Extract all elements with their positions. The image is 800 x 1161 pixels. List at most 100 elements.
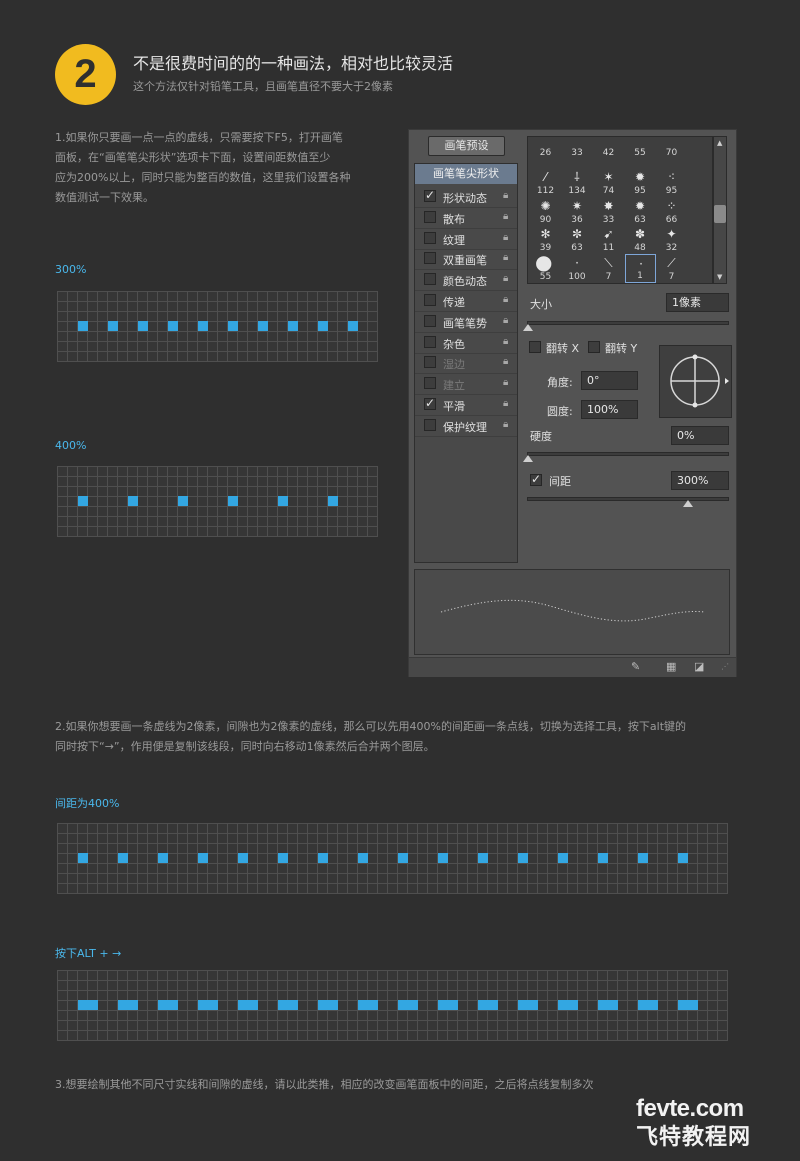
brush-option-checkbox[interactable]: [424, 252, 436, 265]
brush-preset-button[interactable]: 画笔预设: [428, 136, 505, 156]
brush-option-checkbox[interactable]: [424, 294, 436, 306]
new-preset-icon[interactable]: ◪: [694, 660, 704, 673]
brush-tip-cell[interactable]: ⁖ 95: [656, 168, 687, 197]
brush-tool-icon[interactable]: ✎: [631, 660, 640, 673]
brush-tip-cell[interactable]: 26: [530, 139, 561, 168]
grid-400-percent: [57, 466, 378, 537]
spacing-checkbox[interactable]: [530, 472, 542, 486]
brush-option-label: 双重画笔: [443, 254, 487, 268]
brush-tip-cell[interactable]: ⟋ 7: [656, 254, 687, 283]
dash-dot: [598, 853, 608, 863]
flip-x-checkbox[interactable]: [529, 341, 541, 353]
lock-icon[interactable]: 🔒︎: [503, 294, 512, 305]
dash-dot: [278, 496, 288, 506]
brush-option-row[interactable]: 画笔笔势 🔒︎: [415, 312, 517, 333]
brush-option-row[interactable]: 建立 🔒︎: [415, 374, 517, 396]
brush-tip-cell[interactable]: 33: [562, 139, 593, 168]
brush-option-row[interactable]: 湿边 🔒︎: [415, 353, 517, 375]
lock-icon[interactable]: 🔒︎: [503, 419, 512, 430]
brush-tip-cell[interactable]: ✹ 95: [625, 168, 656, 197]
lock-icon[interactable]: 🔒︎: [503, 273, 512, 284]
lock-icon[interactable]: 🔒︎: [503, 377, 512, 388]
brush-tip-cell[interactable]: ✹ 63: [625, 197, 656, 226]
flip-y-checkbox[interactable]: [588, 341, 600, 353]
lock-icon[interactable]: 🔒︎: [503, 211, 512, 222]
lock-icon[interactable]: 🔒︎: [503, 190, 512, 201]
brush-tip-cell[interactable]: ⟍ 7: [593, 254, 624, 283]
brush-tip-cell[interactable]: ✦ 32: [656, 225, 687, 254]
scroll-down-icon[interactable]: ▼: [717, 273, 722, 281]
lock-icon[interactable]: 🔒︎: [503, 315, 512, 326]
brush-tip-shape-tab[interactable]: 画笔笔尖形状: [415, 164, 517, 184]
lock-icon[interactable]: 🔒︎: [503, 336, 512, 347]
brush-size-label: 32: [665, 243, 678, 254]
brush-grid-scroll-thumb[interactable]: [714, 205, 726, 223]
brush-option-row[interactable]: 平滑 🔒︎: [415, 395, 517, 416]
step2-paragraph: 2.如果你想要画一条虚线为2像素，间隙也为2像素的虚线，那么可以先用400%的间…: [55, 717, 745, 757]
resize-grip-icon[interactable]: ⋰: [721, 662, 729, 671]
size-slider[interactable]: [527, 321, 729, 325]
lock-icon[interactable]: 🔒︎: [503, 356, 512, 367]
spacing-slider[interactable]: [527, 497, 729, 501]
brush-option-checkbox[interactable]: [424, 210, 436, 223]
hardness-slider-knob[interactable]: [523, 455, 533, 462]
brush-option-row[interactable]: 杂色 🔒︎: [415, 333, 517, 354]
brush-size-label: 112: [536, 185, 555, 196]
brush-tip-cell[interactable]: 42: [593, 139, 624, 168]
brush-tip-cell[interactable]: ✶ 74: [593, 168, 624, 197]
dash-dot: [238, 853, 248, 863]
brush-option-row[interactable]: 传递 🔒︎: [415, 291, 517, 312]
brush-option-row[interactable]: 散布 🔒︎: [415, 208, 517, 229]
dash-dot: [228, 321, 238, 331]
grid-alt-arrow: [57, 970, 728, 1041]
brush-option-checkbox[interactable]: [424, 314, 436, 327]
dash-dot: [348, 321, 358, 331]
lock-icon[interactable]: 🔒︎: [503, 398, 512, 409]
brush-tip-cell[interactable]: ➹ 11: [593, 225, 624, 254]
dash-dot: [558, 1000, 578, 1010]
brush-tip-cell[interactable]: 70: [656, 139, 687, 168]
size-field[interactable]: 1像素: [666, 293, 729, 312]
brush-grid-icon[interactable]: ▦: [666, 660, 676, 673]
brush-option-checkbox[interactable]: [424, 273, 436, 286]
dash-dot: [288, 321, 298, 331]
brush-option-row[interactable]: 双重画笔 🔒︎: [415, 249, 517, 271]
brush-option-checkbox[interactable]: [424, 188, 436, 202]
brush-option-checkbox[interactable]: [424, 418, 436, 431]
brush-tip-cell[interactable]: ⁘ 66: [656, 197, 687, 226]
hardness-field[interactable]: 0%: [671, 426, 729, 445]
brush-tip-cell[interactable]: ✷ 36: [562, 197, 593, 226]
brush-option-row[interactable]: 纹理 🔒︎: [415, 229, 517, 250]
brush-option-checkbox[interactable]: [424, 377, 436, 390]
brush-option-checkbox[interactable]: [424, 335, 436, 348]
brush-tip-cell[interactable]: ⁄ 112: [530, 168, 561, 197]
size-slider-knob[interactable]: [523, 324, 533, 331]
brush-option-checkbox[interactable]: [424, 231, 436, 244]
scroll-up-icon[interactable]: ▲: [717, 139, 722, 147]
brush-option-row[interactable]: 形状动态 🔒︎: [415, 187, 517, 208]
hardness-slider[interactable]: [527, 452, 729, 456]
brush-option-row[interactable]: 保护纹理 🔒︎: [415, 416, 517, 437]
angle-field[interactable]: 0°: [581, 371, 638, 390]
angle-roundness-preview[interactable]: [659, 345, 732, 418]
roundness-field[interactable]: 100%: [581, 400, 638, 419]
flip-x-label: 翻转 X: [546, 342, 580, 355]
brush-tip-cell[interactable]: ● 55: [530, 252, 561, 283]
brush-option-label: 建立: [443, 379, 465, 393]
brush-tip-cell[interactable]: ✼ 63: [562, 225, 593, 254]
brush-tip-cell[interactable]: ✺ 90: [530, 197, 561, 226]
brush-tip-cell[interactable]: 55: [625, 139, 656, 168]
lock-icon[interactable]: 🔒︎: [503, 252, 512, 263]
lock-icon[interactable]: 🔒︎: [503, 232, 512, 243]
spacing-field[interactable]: 300%: [671, 471, 729, 490]
brush-tip-cell[interactable]: ✸ 33: [593, 197, 624, 226]
brush-tip-cell[interactable]: · 1: [624, 254, 656, 284]
spacing-slider-knob[interactable]: [683, 500, 693, 507]
brush-option-row[interactable]: 颜色动态 🔒︎: [415, 270, 517, 292]
brush-option-checkbox[interactable]: [424, 396, 436, 410]
brush-tip-cell[interactable]: · 100: [562, 254, 593, 283]
brush-tip-icon: ⸸: [574, 169, 580, 184]
brush-tip-cell[interactable]: ✽ 48: [625, 225, 656, 254]
brush-option-checkbox[interactable]: [424, 356, 436, 369]
brush-tip-cell[interactable]: ⸸ 134: [562, 168, 593, 197]
